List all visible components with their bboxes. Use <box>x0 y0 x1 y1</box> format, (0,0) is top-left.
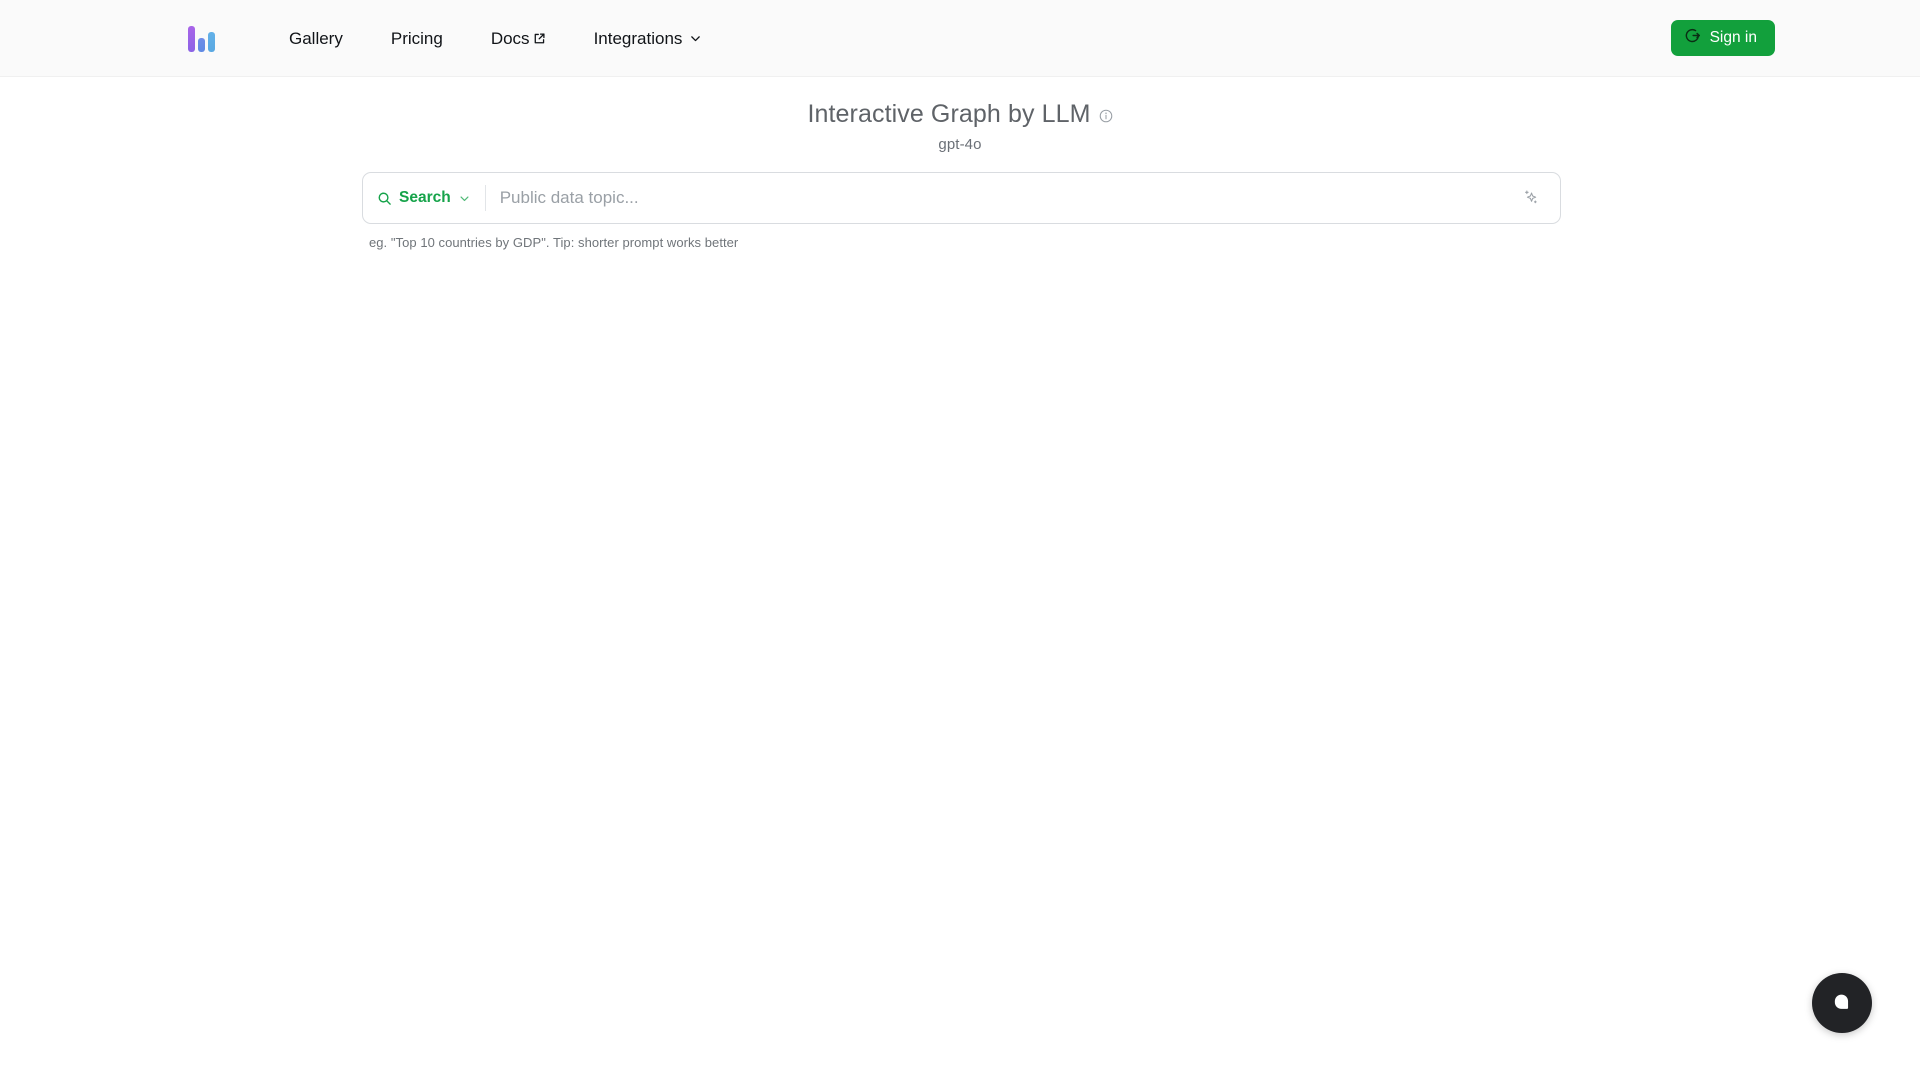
info-icon[interactable] <box>1099 109 1113 123</box>
chat-bubble-icon <box>1831 991 1853 1016</box>
chevron-down-icon <box>458 192 471 205</box>
nav-label-gallery: Gallery <box>289 29 343 48</box>
sign-in-label: Sign in <box>1709 29 1757 46</box>
search-section: Search eg. "Top 10 <box>362 172 1561 250</box>
bar-chart-logo[interactable] <box>188 24 218 52</box>
nav-item-gallery[interactable]: Gallery <box>265 22 367 55</box>
logo-bar-2 <box>198 38 205 52</box>
nav-label-pricing: Pricing <box>390 29 443 48</box>
logo-bar-3 <box>208 32 215 52</box>
nav-item-pricing[interactable]: Pricing <box>367 22 467 55</box>
sign-in-icon <box>1685 27 1702 49</box>
logo-bar-1 <box>188 26 195 52</box>
title-block: Interactive Graph by LLM gpt-4o <box>0 99 1920 153</box>
search-type-label: Search <box>399 189 451 206</box>
chevron-down-icon <box>689 32 702 45</box>
search-input[interactable] <box>499 173 1518 223</box>
search-box[interactable]: Search <box>362 172 1561 224</box>
generate-button[interactable] <box>1518 185 1544 211</box>
nav-label-integrations: Integrations <box>593 29 683 48</box>
page-title-text: Interactive Graph by LLM <box>807 100 1091 128</box>
page-title: Interactive Graph by LLM <box>807 99 1112 130</box>
search-icon <box>377 191 392 206</box>
sparkles-icon <box>1522 188 1540 209</box>
search-hint: eg. "Top 10 countries by GDP". Tip: shor… <box>369 235 739 250</box>
search-divider <box>484 185 486 211</box>
search-type-selector[interactable]: Search <box>377 189 481 207</box>
site-header: Gallery Pricing Docs Integrations Sign i… <box>0 0 1920 77</box>
main-navigation: Gallery Pricing Docs Integrations <box>265 0 726 77</box>
external-link-icon <box>533 32 546 45</box>
nav-label-docs: Docs <box>490 29 530 48</box>
nav-item-docs[interactable]: Docs <box>467 22 570 55</box>
main-content: Interactive Graph by LLM gpt-4o Search P… <box>0 77 1920 1080</box>
sign-in-button[interactable]: Sign in <box>1670 20 1775 56</box>
page-subtitle: gpt-4o <box>938 136 982 154</box>
nav-item-integrations[interactable]: Integrations <box>570 22 727 55</box>
chat-bubble-button[interactable] <box>1812 973 1872 1033</box>
